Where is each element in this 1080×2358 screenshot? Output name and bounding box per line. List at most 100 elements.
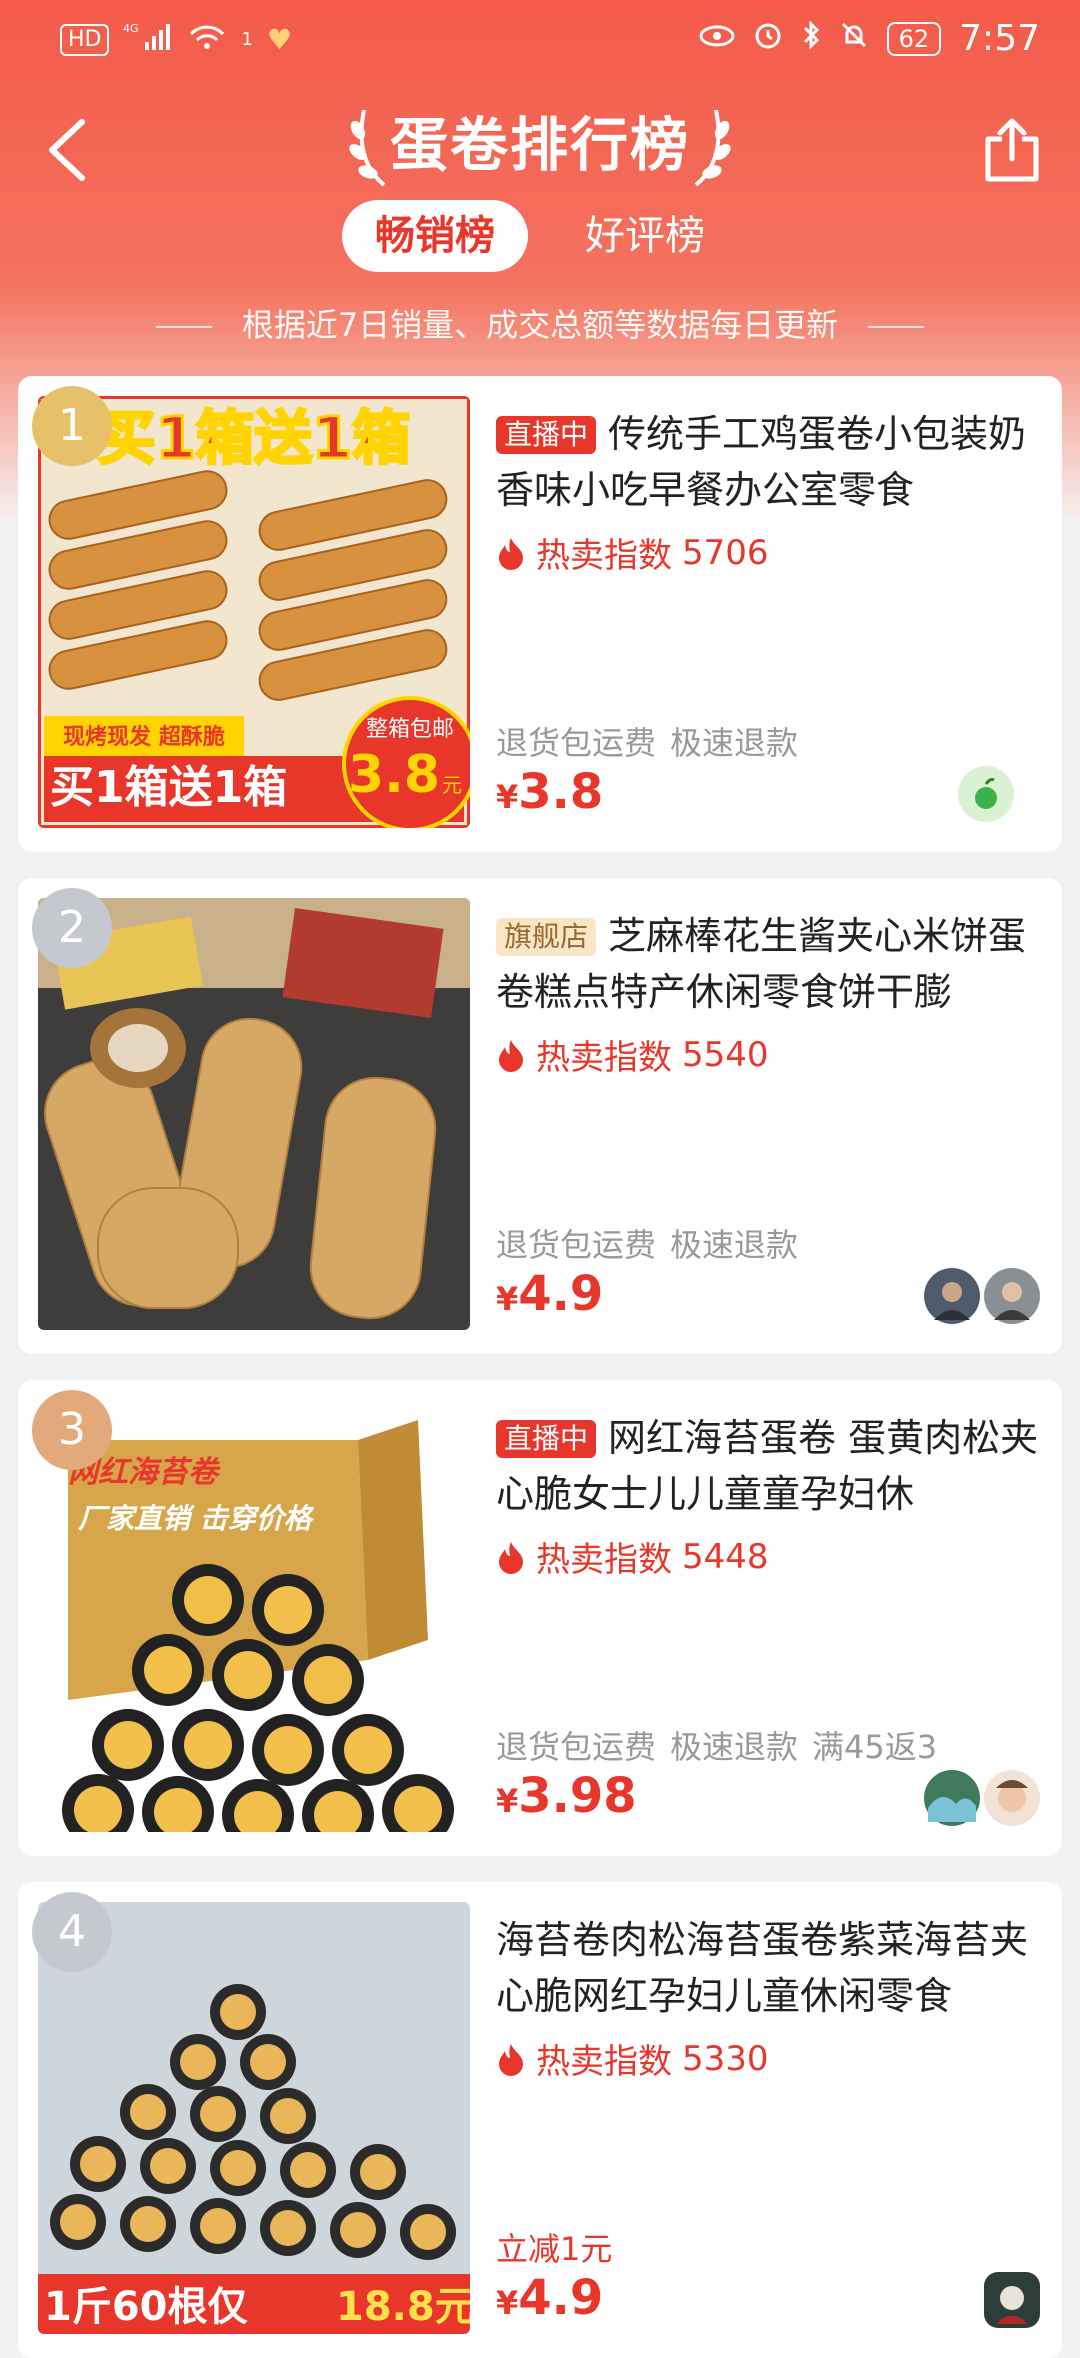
- alarm-icon: [753, 20, 783, 57]
- hot-label: 热卖指数: [536, 1038, 672, 1078]
- ranking-subtitle: 根据近7日销量、成交总额等数据每日更新: [0, 300, 1080, 346]
- flame-icon: [499, 537, 523, 570]
- share-button[interactable]: [982, 115, 1042, 185]
- product-image-1[interactable]: 买1箱送1箱 现烤现发 超酥脆 买1箱送1箱 整箱包邮 3.8 元: [38, 396, 470, 828]
- product-info-3: 直播中 网红海苔蛋卷 蛋黄肉松夹心脆女士儿儿童童孕妇休 热卖指数 5448: [496, 1410, 1046, 1581]
- signal-icon: 4G: [123, 20, 173, 59]
- image-badge-text: 现烤现发 超酥脆: [63, 724, 225, 750]
- divider-right: [868, 326, 925, 328]
- seaweed-roll-stack-photo: 1斤60根仅 18.8元: [38, 1902, 470, 2334]
- network-label: 4G: [123, 22, 139, 35]
- product-info-4: 海苔卷肉松海苔蛋卷紫菜海苔夹心脆网红孕妇儿童休闲零食 热卖指数 5330: [496, 1912, 1046, 2083]
- price-value: 3.98: [518, 1768, 637, 1824]
- wifi-icon: [187, 20, 227, 59]
- avatar: [984, 1268, 1040, 1324]
- rank-badge-3: 3: [32, 1390, 112, 1470]
- hot-label: 热卖指数: [536, 536, 672, 576]
- flame-icon: [499, 1039, 523, 1072]
- service-tag: 退货包运费: [496, 1226, 657, 1264]
- image-banner-text: 买1箱送1箱: [98, 404, 411, 472]
- product-info-1: 直播中 传统手工鸡蛋卷小包装奶香味小吃早餐办公室零食 热卖指数 5706: [496, 406, 1046, 577]
- image-bottom-price: 18.8元: [336, 2284, 470, 2330]
- service-tag: 极速退款: [670, 1728, 799, 1766]
- service-tag: 退货包运费: [496, 724, 657, 762]
- price-4: ¥4.9: [496, 2270, 603, 2326]
- avatar: [924, 1770, 980, 1826]
- image-bottom-text: 买1箱送1箱: [50, 762, 287, 813]
- image-corner-price: 3.8: [348, 745, 440, 805]
- image-corner-top: 整箱包邮: [366, 717, 454, 742]
- hot-index-1: 热卖指数 5706: [496, 528, 1046, 577]
- service-tags-1: 退货包运费 极速退款: [496, 718, 812, 764]
- live-tag: 直播中: [496, 1420, 597, 1458]
- hd-indicator: HD: [60, 23, 110, 56]
- hot-value: 5330: [682, 2038, 769, 2079]
- status-bar: HD 4G 1 ♥ 62 7:57: [0, 0, 1080, 80]
- product-card-3[interactable]: 网红海苔卷 厂家直销 击穿价格 3 直播中 网红海苔蛋卷 蛋黄肉松夹心脆女士儿儿…: [18, 1380, 1062, 1856]
- sesame-roll-photo: [38, 898, 470, 1330]
- flagship-tag: 旗舰店: [496, 918, 597, 956]
- price-value: 4.9: [518, 1266, 604, 1322]
- image-second-text: 厂家直销 击穿价格: [78, 1502, 315, 1535]
- currency-symbol: ¥: [496, 1782, 519, 1820]
- hot-index-2: 热卖指数 5540: [496, 1030, 1046, 1079]
- currency-symbol: ¥: [496, 2284, 519, 2322]
- bluetooth-icon: [801, 20, 821, 57]
- avatar: [984, 1770, 1040, 1826]
- status-right: 62 7:57: [699, 18, 1040, 59]
- hot-label: 热卖指数: [536, 1540, 672, 1580]
- product-image-2[interactable]: [38, 898, 470, 1330]
- ranking-tabs: 畅销榜 好评榜: [0, 200, 1080, 272]
- price-3: ¥3.98: [496, 1768, 637, 1824]
- product-card-2[interactable]: 2 旗舰店 芝麻棒花生酱夹心米饼蛋卷糕点特产休闲零食饼干膨 热卖指数 5540 退…: [18, 878, 1062, 1354]
- price-2: ¥4.9: [496, 1266, 603, 1322]
- price-value: 3.8: [518, 764, 604, 820]
- eye-icon: [699, 22, 735, 55]
- service-tags-3: 退货包运费 极速退款 满45返3: [496, 1722, 951, 1768]
- service-tag: 满45返3: [812, 1728, 938, 1766]
- product-card-4[interactable]: 1斤60根仅 18.8元 4 海苔卷肉松海苔蛋卷紫菜海苔夹心脆网红孕妇儿童休闲零…: [18, 1882, 1062, 2358]
- image-bottom-text: 1斤60根仅: [44, 2284, 248, 2330]
- service-tags-2: 退货包运费 极速退款: [496, 1220, 812, 1266]
- product-title-1[interactable]: 直播中 传统手工鸡蛋卷小包装奶香味小吃早餐办公室零食: [496, 406, 1046, 518]
- product-title-2[interactable]: 旗舰店 芝麻棒花生酱夹心米饼蛋卷糕点特产休闲零食饼干膨: [496, 908, 1046, 1020]
- currency-symbol: ¥: [496, 778, 519, 816]
- service-tag: 极速退款: [670, 1226, 799, 1264]
- buyer-avatars-3: [922, 1768, 1042, 1828]
- price-1: ¥3.8: [496, 764, 603, 820]
- tab-bestseller[interactable]: 畅销榜: [342, 200, 528, 272]
- divider-left: [155, 326, 212, 328]
- hot-value: 5448: [682, 1536, 769, 1577]
- seaweed-roll-photo: 网红海苔卷 厂家直销 击穿价格: [38, 1400, 470, 1832]
- product-image-4[interactable]: 1斤60根仅 18.8元: [38, 1902, 470, 2334]
- page-title: 蛋卷排行榜: [389, 111, 690, 179]
- battery-indicator: 62: [886, 21, 942, 56]
- health-app-icon: ♥: [266, 23, 293, 56]
- tab-top-rated[interactable]: 好评榜: [560, 200, 730, 272]
- flame-icon: [499, 2043, 523, 2076]
- price-value: 4.9: [518, 2270, 604, 2326]
- promo-tag-4: 立减1元: [496, 2230, 613, 2268]
- hot-value: 5706: [682, 532, 769, 573]
- laurel-right-icon: [694, 109, 731, 187]
- product-title-4[interactable]: 海苔卷肉松海苔蛋卷紫菜海苔夹心脆网红孕妇儿童休闲零食: [496, 1912, 1046, 2024]
- buyer-avatars-2: [922, 1266, 1042, 1326]
- avatar: [958, 766, 1014, 822]
- subtitle-text: 根据近7日销量、成交总额等数据每日更新: [241, 306, 839, 344]
- image-corner-unit: 元: [442, 773, 462, 797]
- avatar: [984, 2272, 1040, 2328]
- product-title-text: 海苔卷肉松海苔蛋卷紫菜海苔夹心脆网红孕妇儿童休闲零食: [496, 1918, 1029, 2018]
- product-image-3[interactable]: 网红海苔卷 厂家直销 击穿价格: [38, 1400, 470, 1832]
- egg-roll-photo: 买1箱送1箱 现烤现发 超酥脆 买1箱送1箱 整箱包邮 3.8 元: [38, 396, 470, 828]
- product-card-1[interactable]: 买1箱送1箱 现烤现发 超酥脆 买1箱送1箱 整箱包邮 3.8 元 1 直播中传…: [18, 376, 1062, 852]
- hot-index-3: 热卖指数 5448: [496, 1532, 1046, 1581]
- buyer-avatars-1: [956, 764, 1016, 824]
- live-tag: 直播中: [496, 416, 597, 454]
- avatar: [924, 1268, 980, 1324]
- buyer-avatars-4: [982, 2270, 1042, 2330]
- currency-symbol: ¥: [496, 1280, 519, 1318]
- status-left: HD 4G 1 ♥: [60, 20, 292, 59]
- product-title-3[interactable]: 直播中 网红海苔蛋卷 蛋黄肉松夹心脆女士儿儿童童孕妇休: [496, 1410, 1046, 1522]
- clock: 7:57: [959, 18, 1040, 59]
- service-tag: 退货包运费: [496, 1728, 657, 1766]
